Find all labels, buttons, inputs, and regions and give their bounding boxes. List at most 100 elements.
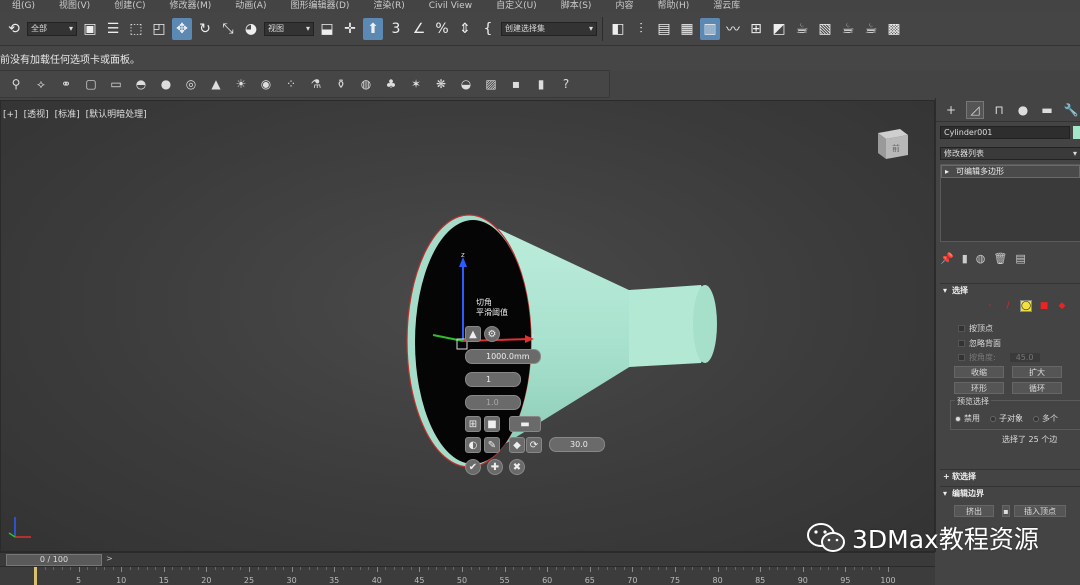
link-icon[interactable]: ⚭ xyxy=(56,75,76,93)
caddy-segments-field[interactable]: 1 xyxy=(465,372,521,387)
menu-item[interactable]: 自定义(U) xyxy=(484,0,549,12)
polygon-level-icon[interactable]: ■ xyxy=(1038,300,1050,312)
render-production-icon[interactable]: ☕ xyxy=(838,18,858,40)
grow-button[interactable]: 扩大 xyxy=(1012,366,1062,378)
display-tab-icon[interactable]: ▬ xyxy=(1038,101,1056,119)
dots-icon[interactable]: ⁘ xyxy=(281,75,301,93)
create-tab-icon[interactable]: + xyxy=(942,101,960,119)
menu-item[interactable]: 视图(V) xyxy=(47,0,102,12)
caddy-cube-icon[interactable]: ◆ xyxy=(509,437,525,453)
capture-icon[interactable]: ▨ xyxy=(481,75,501,93)
hierarchy-tab-icon[interactable]: ⊓ xyxy=(990,101,1008,119)
keyboard-shortcut-override-icon[interactable]: ⬆ xyxy=(363,17,383,40)
edge-level-icon[interactable]: / xyxy=(1002,300,1014,312)
mirror-icon[interactable]: ◧ xyxy=(608,18,628,40)
reference-coord-dropdown[interactable]: 视图 ▾ xyxy=(264,21,314,36)
soft-selection-rollout-header[interactable]: 软选择 xyxy=(940,469,1080,483)
edit-borders-rollout-header[interactable]: 编辑边界 xyxy=(940,486,1080,500)
caddy-cancel-icon[interactable]: ✖ xyxy=(509,459,525,475)
rectangular-selection-icon[interactable]: ⬚ xyxy=(126,18,146,40)
angle-snap-icon[interactable]: ∠ xyxy=(409,18,429,40)
dope-sheet-icon[interactable]: ⊞ xyxy=(746,18,766,40)
pin-stack-icon[interactable]: 📌 xyxy=(940,252,954,265)
window-crossing-icon[interactable]: ◰ xyxy=(149,18,169,40)
sphere-icon[interactable]: ● xyxy=(156,75,176,93)
teapot-icon[interactable]: ⚗ xyxy=(306,75,326,93)
modifier-stack[interactable]: 可编辑多边形 xyxy=(940,164,1080,242)
caddy-square-icon[interactable]: ■ xyxy=(484,416,500,432)
box-icon[interactable]: ▢ xyxy=(81,75,101,93)
help-icon[interactable]: ? xyxy=(556,75,576,93)
perspective-viewport[interactable]: [+] [透视] [标准] [默认明暗处理] 前 x z 切角 平滑阈值 ▲ ⚙… xyxy=(0,100,935,552)
stack-item-editable-poly[interactable]: 可编辑多边形 xyxy=(941,165,1080,178)
menu-item[interactable]: 渲染(R) xyxy=(361,0,416,12)
show-end-result-icon[interactable]: ▮ xyxy=(962,252,968,265)
align-icon[interactable]: ⫶ xyxy=(631,18,651,40)
select-rotate-icon[interactable]: ↻ xyxy=(195,18,215,40)
ribbon-icon[interactable]: ▥ xyxy=(700,17,720,40)
shrink-button[interactable]: 收缩 xyxy=(954,366,1004,378)
layer-explorer-icon[interactable]: ▦ xyxy=(677,18,697,40)
extra-tool-icon[interactable]: ▩ xyxy=(884,18,904,40)
caddy-amount-field[interactable]: 1000.0mm xyxy=(465,349,541,364)
preview-subobject-radio[interactable]: 子对象 xyxy=(990,413,1023,424)
caddy-grid-icon[interactable]: ⊞ xyxy=(465,416,481,432)
plant-icon[interactable]: ♣ xyxy=(381,75,401,93)
menu-item[interactable]: 内容 xyxy=(603,0,645,12)
menu-item[interactable]: 修改器(M) xyxy=(158,0,224,12)
selection-rollout-header[interactable]: 选择 xyxy=(940,283,1080,297)
ring-button[interactable]: 环形 xyxy=(954,382,1004,394)
menu-item[interactable]: 帮助(H) xyxy=(645,0,701,12)
loop-button[interactable]: 循环 xyxy=(1012,382,1062,394)
render-iterative-icon[interactable]: ☕ xyxy=(861,18,881,40)
vertex-level-icon[interactable]: · xyxy=(984,300,996,312)
caddy-smooth-icon[interactable]: ◐ xyxy=(465,437,481,453)
flask-icon[interactable]: ⚱ xyxy=(331,75,351,93)
settings-icon[interactable]: ▮ xyxy=(531,75,551,93)
time-slider-thumb[interactable]: 0 / 100 xyxy=(6,554,102,566)
caddy-chamfer-type-icon[interactable]: ▲ xyxy=(465,326,481,342)
caddy-angle-field[interactable]: 30.0 xyxy=(549,437,605,452)
particle-icon[interactable]: ❋ xyxy=(431,75,451,93)
menu-item[interactable]: Civil View xyxy=(417,0,484,12)
fire-icon[interactable]: ✶ xyxy=(406,75,426,93)
track-bar[interactable]: 5 10 15 20 25 30 35 40 45 50 55 60 65 70 75 80 85 90 95 100 xyxy=(0,566,935,585)
select-scale-icon[interactable]: ⤡ xyxy=(218,18,238,40)
element-level-icon[interactable]: ◆ xyxy=(1056,300,1068,312)
border-level-icon[interactable]: ◯ xyxy=(1020,300,1032,312)
caddy-brush-icon[interactable]: ✎ xyxy=(484,437,500,453)
caddy-tension-field[interactable]: 1.0 xyxy=(465,395,521,410)
preview-disabled-radio[interactable]: 禁用 xyxy=(955,413,980,424)
rendered-frame-window-icon[interactable]: ▧ xyxy=(815,18,835,40)
caddy-toggle-icon[interactable]: ▬ xyxy=(509,416,541,432)
selection-filter-dropdown[interactable]: 全部 ▾ xyxy=(27,21,77,36)
menu-item[interactable]: 溜云库 xyxy=(701,0,752,12)
sun-icon[interactable]: ☀ xyxy=(231,75,251,93)
make-unique-icon[interactable]: ◍ xyxy=(976,252,986,265)
caddy-apply-icon[interactable]: ✚ xyxy=(487,459,503,475)
camera-icon[interactable]: ▪ xyxy=(506,75,526,93)
caddy-ok-icon[interactable]: ✔ xyxy=(465,459,481,475)
track-bar-playhead[interactable] xyxy=(34,567,37,585)
edit-named-selection-icon[interactable]: { xyxy=(478,18,498,40)
by-vertex-checkbox[interactable]: 按顶点 xyxy=(958,323,993,334)
modifier-list-dropdown[interactable]: 修改器列表 ▾ xyxy=(940,147,1080,160)
preview-multi-radio[interactable]: 多个 xyxy=(1033,413,1058,424)
pivot-center-icon[interactable]: ⬓ xyxy=(317,18,337,40)
insert-vertex-button[interactable]: 插入顶点 xyxy=(1014,505,1066,517)
select-by-name-icon[interactable]: ☰ xyxy=(103,18,123,40)
modify-tab-icon[interactable]: ◿ xyxy=(966,100,984,119)
extrude-settings-button[interactable]: ▪ xyxy=(1002,505,1010,517)
curve-editor-icon[interactable]: 〰 xyxy=(723,18,743,40)
menu-item[interactable]: 图形编辑器(D) xyxy=(278,0,361,12)
scene-explorer-icon[interactable]: ▤ xyxy=(654,18,674,40)
select-object-icon[interactable]: ▣ xyxy=(80,18,100,40)
menu-item[interactable]: 创建(C) xyxy=(102,0,157,12)
render-icon[interactable]: ◒ xyxy=(456,75,476,93)
material-editor-icon[interactable]: ◩ xyxy=(769,18,789,40)
object-name-field[interactable]: Cylinder001 xyxy=(940,126,1070,139)
wrench-icon[interactable]: ⚲ xyxy=(6,75,26,93)
caddy-settings-icon[interactable]: ⚙ xyxy=(484,326,500,342)
remove-modifier-icon[interactable]: 🗑 xyxy=(993,252,1007,265)
object-color-swatch[interactable] xyxy=(1073,126,1080,139)
